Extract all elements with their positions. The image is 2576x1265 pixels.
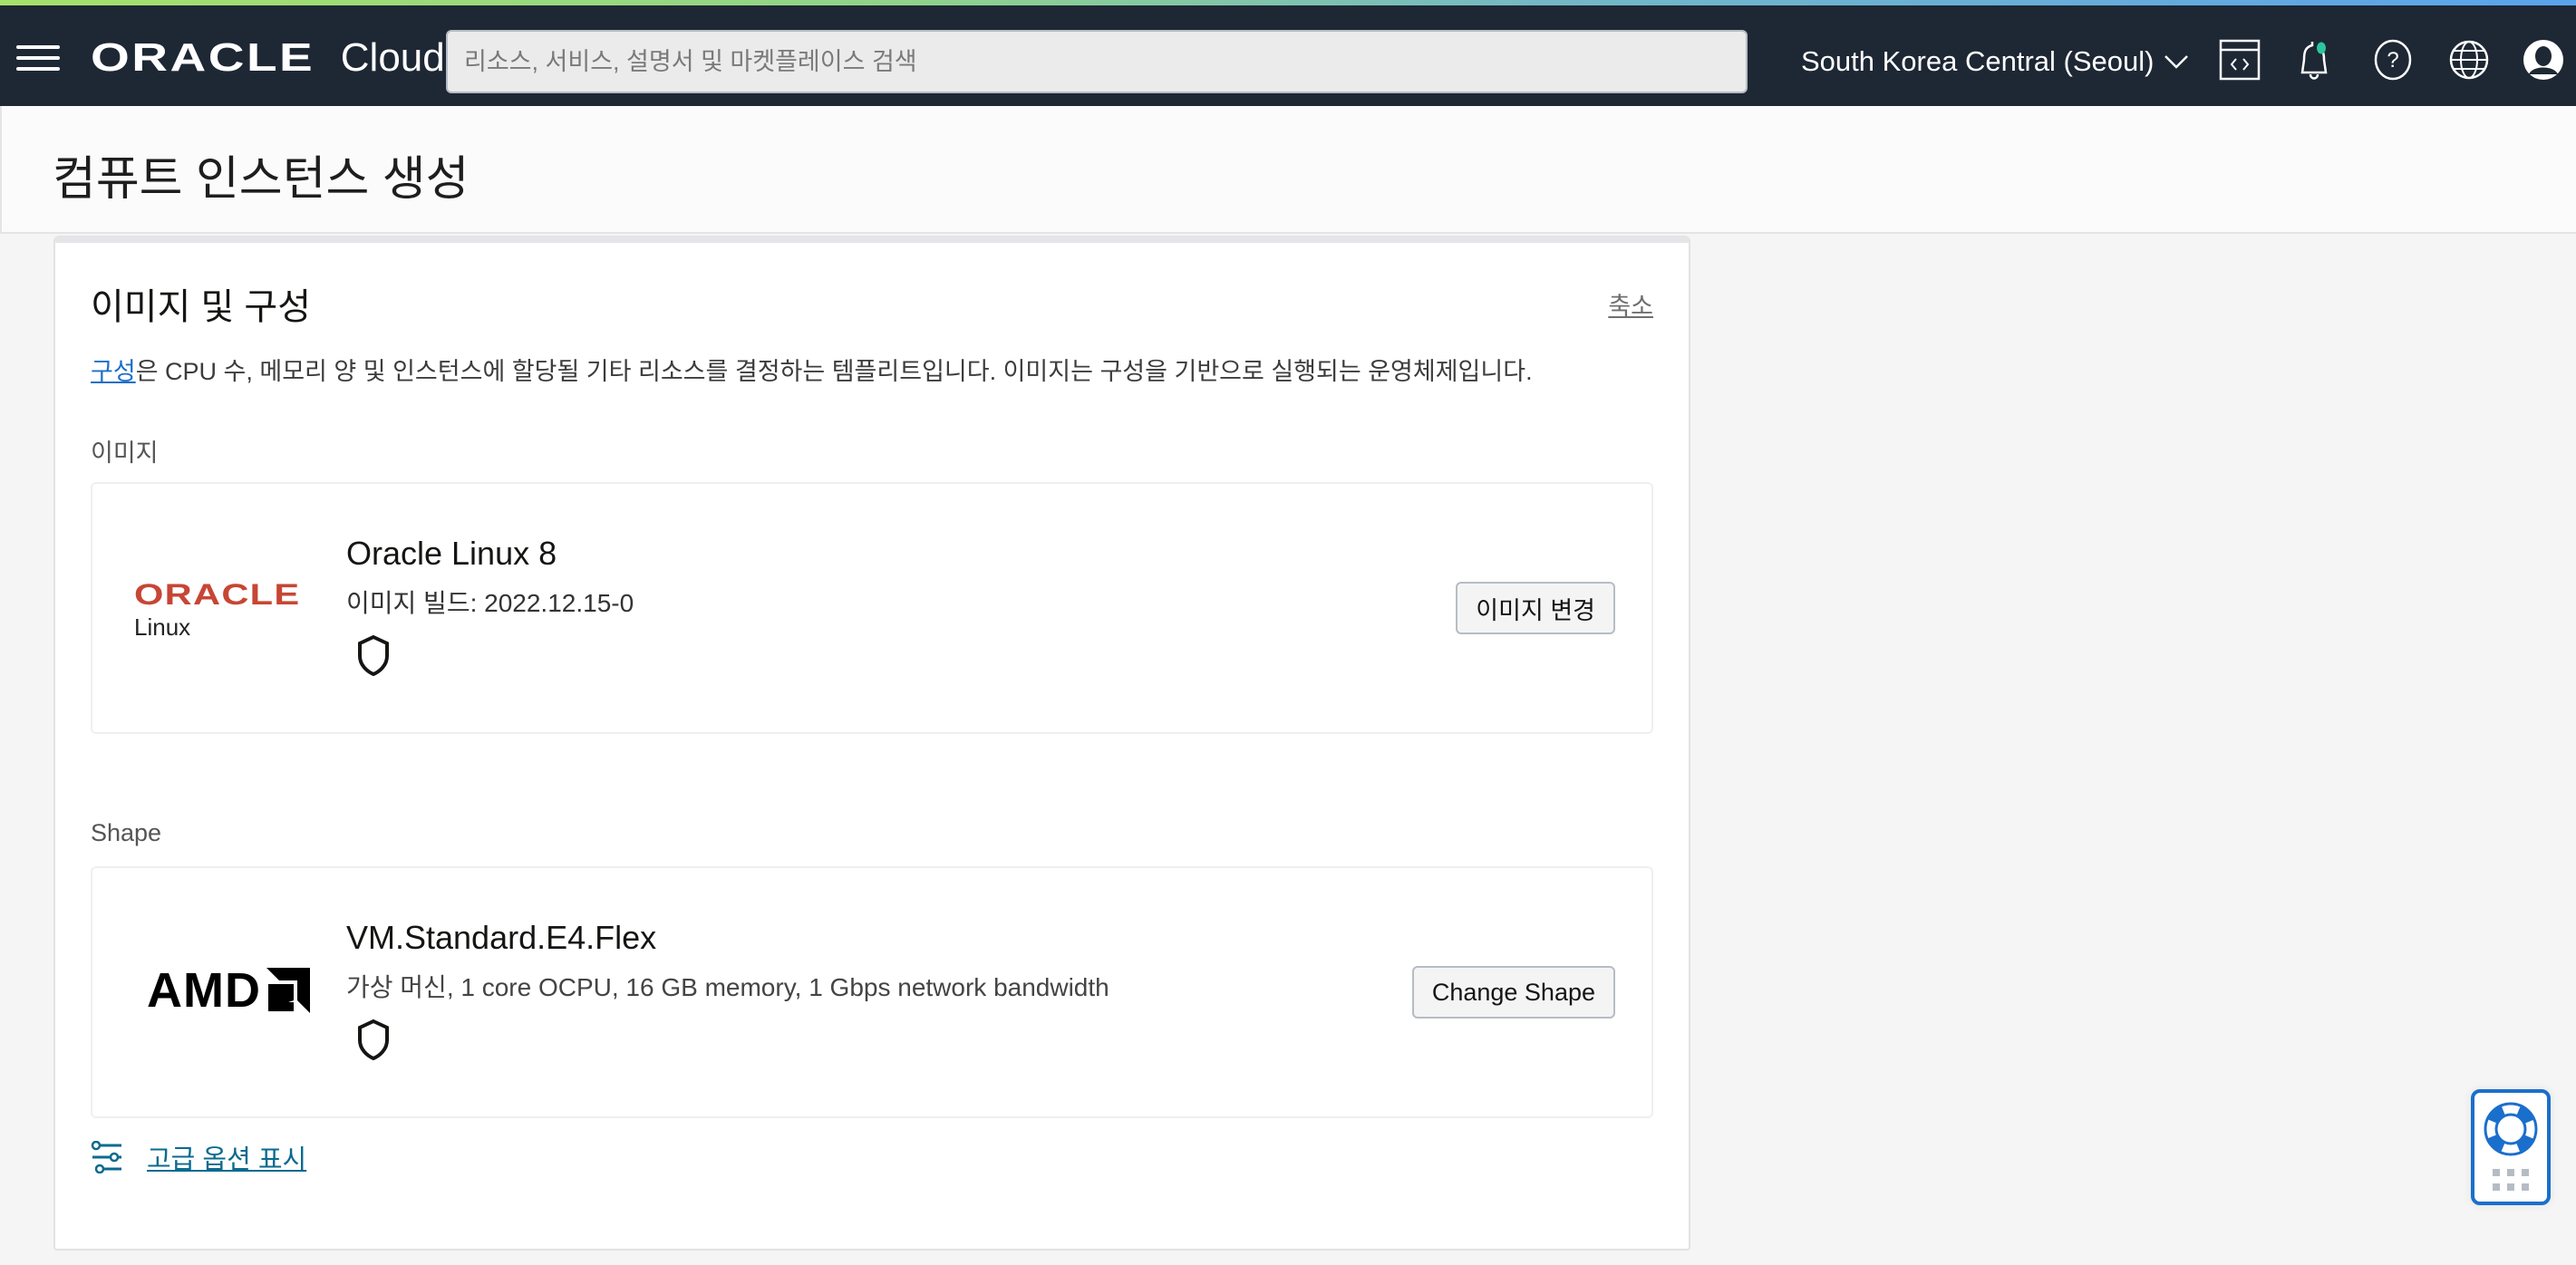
chevron-down-icon: [2164, 55, 2189, 69]
notification-dot: [2317, 42, 2326, 54]
apps-grid-icon: [2493, 1169, 2529, 1191]
region-label: South Korea Central (Seoul): [1801, 45, 2155, 77]
oracle-brand: ORACLE: [91, 35, 315, 80]
search-input[interactable]: [464, 47, 1729, 76]
user-profile-icon[interactable]: [2518, 34, 2569, 85]
shape-detail: 가상 머신, 1 core OCPU, 16 GB memory, 1 Gbps…: [346, 973, 1109, 1001]
top-navbar: ORACLE Cloud South Korea Central (Seoul)…: [0, 5, 2576, 106]
section-title: 이미지 및 구성: [91, 287, 312, 327]
shield-icon: [355, 634, 634, 681]
shape-label: Shape: [91, 819, 162, 846]
oracle-linux-brand: ORACLE: [134, 578, 301, 611]
advanced-options-label: 고급 옵션 표시: [147, 1145, 307, 1174]
oracle-linux-sub: Linux: [134, 613, 191, 641]
change-image-button[interactable]: 이미지 변경: [1456, 582, 1615, 634]
sliders-icon: [91, 1141, 121, 1173]
oracle-linux-logo: ORACLE Linux: [134, 578, 299, 642]
menu-icon[interactable]: [16, 42, 60, 74]
page-header: 컴퓨트 인스턴스 생성: [0, 106, 2576, 234]
show-advanced-options-link[interactable]: 고급 옵션 표시: [91, 1138, 306, 1176]
amd-arrow-icon: [266, 968, 310, 1013]
image-info: Oracle Linux 8 이미지 빌드: 2022.12.15-0: [346, 535, 634, 681]
shield-icon: [355, 1019, 1109, 1065]
collapse-link[interactable]: 축소: [1608, 286, 1653, 322]
shape-name: VM.Standard.E4.Flex: [346, 919, 657, 956]
code-editor-icon[interactable]: [2214, 34, 2265, 85]
change-shape-button[interactable]: Change Shape: [1411, 966, 1615, 1019]
page-title: 컴퓨트 인스턴스 생성: [53, 153, 470, 206]
image-card: ORACLE Linux Oracle Linux 8 이미지 빌드: 2022…: [91, 482, 1653, 734]
help-support-widget[interactable]: [2471, 1089, 2551, 1205]
image-and-shape-section: 이미지 및 구성 축소 구성은 CPU 수, 메모리 양 및 인스턴스에 할당될…: [53, 236, 1690, 1251]
notification-bell-icon[interactable]: [2290, 34, 2341, 85]
image-build: 이미지 빌드: 2022.12.15-0: [346, 589, 634, 617]
image-label: 이미지: [91, 439, 159, 467]
amd-logo: AMD: [147, 962, 310, 1019]
language-globe-icon[interactable]: [2444, 34, 2494, 85]
svg-text:?: ?: [2387, 48, 2398, 72]
oracle-cloud-logo[interactable]: ORACLE Cloud: [91, 33, 445, 83]
shape-card: AMD VM.Standard.E4.Flex 가상 머신, 1 core OC…: [91, 866, 1653, 1118]
shape-doc-link[interactable]: 구성: [91, 358, 136, 385]
lifebuoy-icon: [2484, 1102, 2538, 1191]
cloud-label: Cloud: [340, 35, 445, 80]
section-description: 구성은 CPU 수, 메모리 양 및 인스턴스에 할당될 기타 리소스를 결정하…: [91, 352, 1533, 387]
search-box[interactable]: [446, 30, 1748, 93]
shape-info: VM.Standard.E4.Flex 가상 머신, 1 core OCPU, …: [346, 919, 1109, 1065]
amd-brand: AMD: [147, 963, 261, 1018]
description-text: 은 CPU 수, 메모리 양 및 인스턴스에 할당될 기타 리소스를 결정하는 …: [135, 358, 1533, 385]
help-icon[interactable]: ?: [2368, 34, 2418, 85]
image-name: Oracle Linux 8: [346, 535, 557, 572]
region-selector[interactable]: South Korea Central (Seoul): [1801, 40, 2190, 83]
